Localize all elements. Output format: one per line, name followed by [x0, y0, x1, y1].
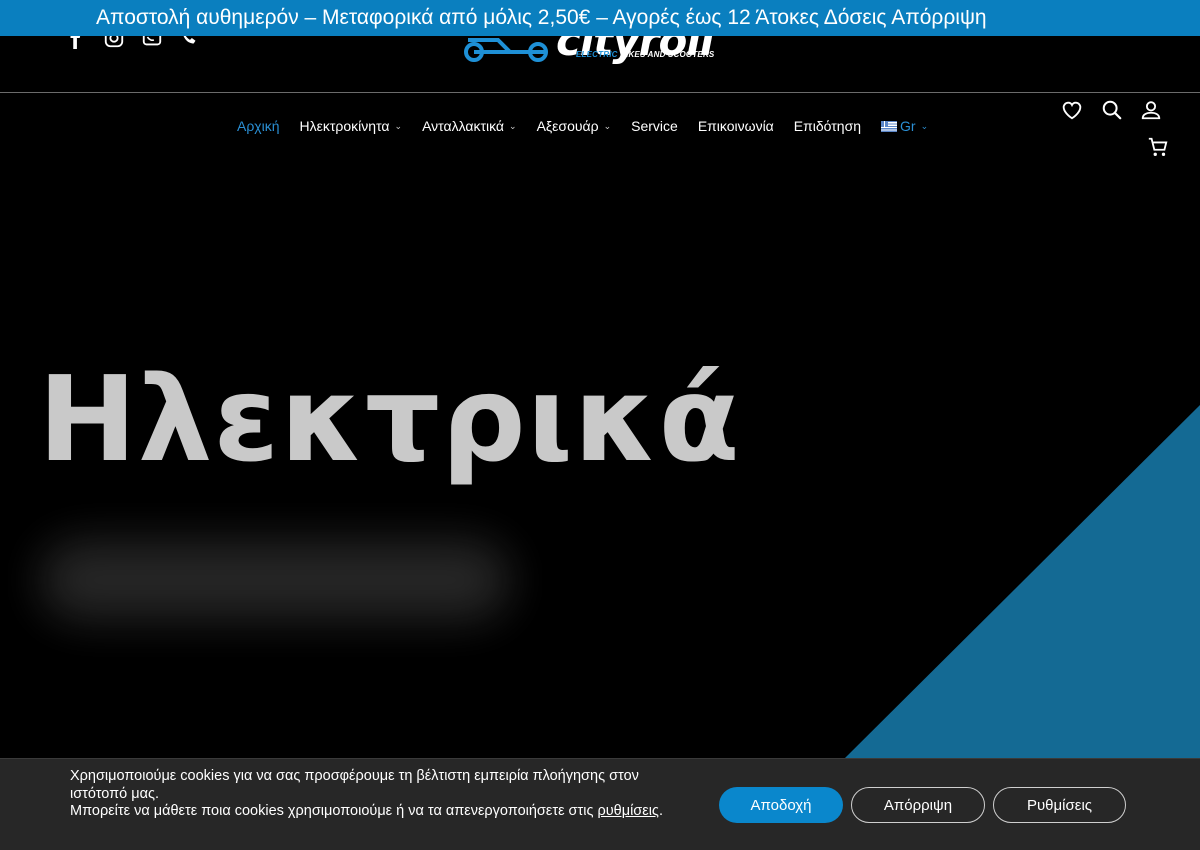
logo-tagline: ELECTRIC BIKES AND SCOOTERS [576, 50, 714, 59]
cookie-line-2-end: . [658, 803, 663, 819]
hero-subtitle-placeholder [40, 540, 510, 620]
header-tools [1060, 98, 1180, 162]
heart-icon[interactable] [1060, 98, 1084, 122]
cookie-line-2: Μπορείτε να μάθετε ποια cookies χρησιμοπ… [70, 803, 670, 821]
nav-item-label: Αρχική [237, 118, 280, 134]
nav-item-label: Επιδότηση [793, 118, 862, 134]
nav-item-label: Ηλεκτροκίνητα [299, 118, 390, 134]
logo-tag-electric: ELECTRIC [576, 50, 618, 59]
user-icon[interactable] [1139, 98, 1163, 122]
language-label: Gr [900, 118, 916, 134]
chevron-down-icon: ⌄ [603, 120, 612, 131]
chevron-down-icon: ⌄ [920, 120, 929, 131]
hero-section: Ηλεκτρικά [0, 160, 1200, 758]
reject-cookies-button[interactable]: Απόρριψη [851, 787, 985, 823]
accept-cookies-button[interactable]: Αποδοχή [719, 787, 843, 823]
nav-item-label: Service [631, 118, 678, 134]
site-header: cityroll ELECTRIC BIKES AND SCOOTERS [0, 16, 1200, 92]
greek-flag-icon [881, 120, 898, 132]
announcement-bar: Αποστολή αυθημερόν – Μεταφορικά από μόλι… [0, 0, 1200, 36]
chevron-down-icon: ⌄ [394, 120, 403, 131]
cookie-banner: Χρησιμοποιούμε cookies για να σας προσφέ… [0, 758, 1200, 850]
nav-item-spare-parts[interactable]: Ανταλλακτικά ⌄ [422, 118, 517, 134]
cookie-line-2-text: Μπορείτε να μάθετε ποια cookies χρησιμοπ… [70, 803, 598, 819]
cart-icon[interactable] [1146, 135, 1170, 159]
nav-item-electric-vehicles[interactable]: Ηλεκτροκίνητα ⌄ [300, 118, 403, 134]
logo-tag-bikes: BIKES AND SCOOTERS [620, 50, 715, 59]
nav-item-subsidy[interactable]: Επιδότηση [794, 118, 861, 134]
cookie-settings-link[interactable]: ρυθμίσεις [597, 803, 658, 819]
header-divider [0, 92, 1200, 93]
chevron-down-icon: ⌄ [509, 120, 517, 131]
nav-item-accessories[interactable]: Αξεσουάρ ⌄ [537, 118, 612, 134]
hero-title: Ηλεκτρικά [38, 350, 741, 488]
nav-item-label: Ανταλλακτικά [422, 118, 505, 134]
search-icon[interactable] [1100, 98, 1124, 122]
nav-item-label: Επικοινωνία [697, 118, 774, 134]
announcement-text: Αποστολή αυθημερόν – Μεταφορικά από μόλι… [96, 6, 987, 29]
main-nav: Αρχική Ηλεκτροκίνητα ⌄ Ανταλλακτικά ⌄ Αξ… [237, 118, 948, 134]
cookie-settings-button[interactable]: Ρυθμίσεις [993, 787, 1126, 823]
nav-item-home[interactable]: Αρχική [237, 118, 280, 134]
cookie-message: Χρησιμοποιούμε cookies για να σας προσφέ… [70, 768, 670, 821]
nav-item-service[interactable]: Service [631, 118, 678, 134]
language-switcher[interactable]: Gr ⌄ [881, 118, 928, 134]
cookie-line-1: Χρησιμοποιούμε cookies για να σας προσφέ… [70, 768, 639, 802]
nav-item-label: Αξεσουάρ [536, 118, 599, 134]
nav-item-contact[interactable]: Επικοινωνία [698, 118, 774, 134]
